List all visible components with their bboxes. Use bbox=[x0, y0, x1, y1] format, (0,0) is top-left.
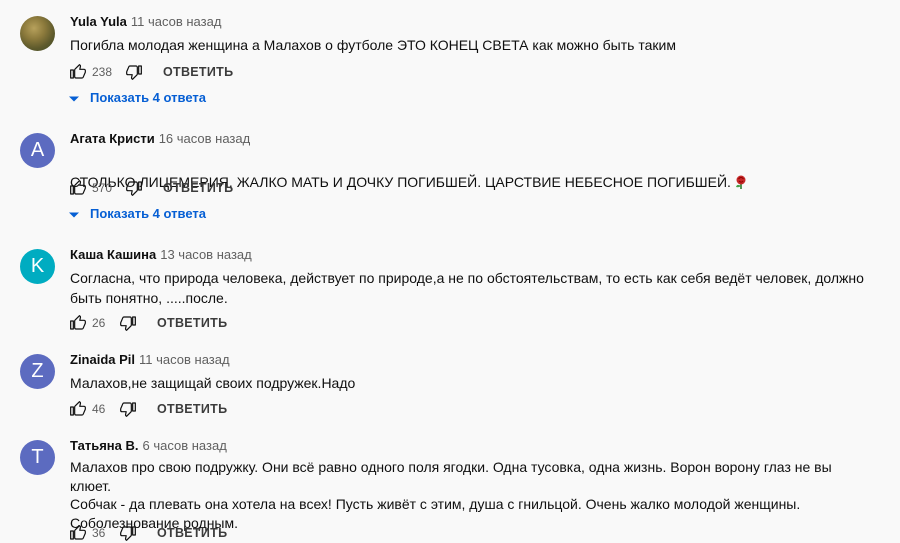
chevron-down-icon bbox=[69, 212, 79, 218]
reply-button[interactable]: ОТВЕТИТЬ bbox=[163, 178, 233, 198]
author-name[interactable]: Yula Yula bbox=[70, 14, 127, 29]
comment-time[interactable]: 11 часов назад bbox=[131, 14, 222, 29]
thumbs-up-icon bbox=[70, 401, 86, 416]
comment-time[interactable]: 16 часов назад bbox=[159, 131, 251, 146]
rose-icon bbox=[733, 174, 749, 195]
dislike-button[interactable] bbox=[120, 399, 136, 419]
reply-button[interactable]: ОТВЕТИТЬ bbox=[157, 523, 227, 543]
avatar[interactable]: K bbox=[20, 249, 55, 284]
dislike-button[interactable] bbox=[120, 313, 136, 333]
thumbs-down-icon bbox=[120, 402, 136, 417]
like-count: 36 bbox=[92, 526, 106, 540]
show-replies-label: Показать 4 ответа bbox=[90, 206, 206, 221]
avatar[interactable]: T bbox=[20, 440, 55, 475]
like-button[interactable] bbox=[70, 62, 86, 82]
author-name[interactable]: Zinaida Pil bbox=[70, 352, 135, 367]
reply-button[interactable]: ОТВЕТИТЬ bbox=[163, 62, 233, 82]
show-replies-button[interactable]: Показать 4 ответа bbox=[68, 88, 206, 108]
like-button[interactable] bbox=[70, 178, 86, 198]
thumbs-up-icon bbox=[70, 315, 86, 330]
comment-header: Татьяна В. 6 часов назад bbox=[70, 438, 227, 453]
thumbs-down-icon bbox=[120, 526, 136, 541]
comment-time[interactable]: 6 часов назад bbox=[143, 438, 227, 453]
dislike-button[interactable] bbox=[126, 62, 142, 82]
comment-header: Yula Yula 11 часов назад bbox=[70, 14, 221, 29]
comment-text: Малахов,не защищай своих подружек.Надо bbox=[70, 375, 356, 391]
like-count: 238 bbox=[92, 65, 113, 79]
author-name[interactable]: Агата Кристи bbox=[70, 131, 155, 146]
comment-time[interactable]: 13 часов назад bbox=[160, 247, 252, 262]
avatar[interactable]: A bbox=[20, 133, 55, 168]
like-button[interactable] bbox=[70, 313, 86, 333]
comment-header: Агата Кристи 16 часов назад bbox=[70, 131, 250, 146]
reply-button[interactable]: ОТВЕТИТЬ bbox=[157, 399, 227, 419]
thumbs-up-icon bbox=[70, 180, 86, 195]
reply-button[interactable]: ОТВЕТИТЬ bbox=[157, 313, 227, 333]
like-count: 26 bbox=[92, 316, 106, 330]
dislike-button[interactable] bbox=[126, 178, 142, 198]
like-button[interactable] bbox=[70, 523, 86, 543]
thumbs-up-icon bbox=[70, 64, 86, 79]
comment-time[interactable]: 11 часов назад bbox=[139, 352, 230, 367]
like-count: 570 bbox=[92, 181, 113, 195]
author-name[interactable]: Татьяна В. bbox=[70, 438, 139, 453]
comment-text: Погибла молодая женщина а Малахов о футб… bbox=[70, 37, 676, 53]
avatar[interactable]: Z bbox=[20, 354, 55, 389]
comment-text: Малахов про свою подружку. Они всё равно… bbox=[70, 459, 832, 531]
avatar[interactable] bbox=[20, 16, 55, 51]
comment-header: Zinaida Pil 11 часов назад bbox=[70, 352, 230, 367]
thumbs-up-icon bbox=[70, 525, 86, 540]
chevron-down-icon bbox=[69, 96, 79, 102]
thumbs-down-icon bbox=[126, 181, 142, 196]
dislike-button[interactable] bbox=[120, 523, 136, 543]
show-replies-label: Показать 4 ответа bbox=[90, 90, 206, 105]
like-count: 46 bbox=[92, 402, 106, 416]
like-button[interactable] bbox=[70, 399, 86, 419]
comment-header: Каша Кашина 13 часов назад bbox=[70, 247, 252, 262]
comment-text: Согласна, что природа человека, действуе… bbox=[70, 270, 864, 306]
show-replies-button[interactable]: Показать 4 ответа bbox=[68, 204, 206, 224]
thumbs-down-icon bbox=[126, 65, 142, 80]
author-name[interactable]: Каша Кашина bbox=[70, 247, 156, 262]
thumbs-down-icon bbox=[120, 316, 136, 331]
